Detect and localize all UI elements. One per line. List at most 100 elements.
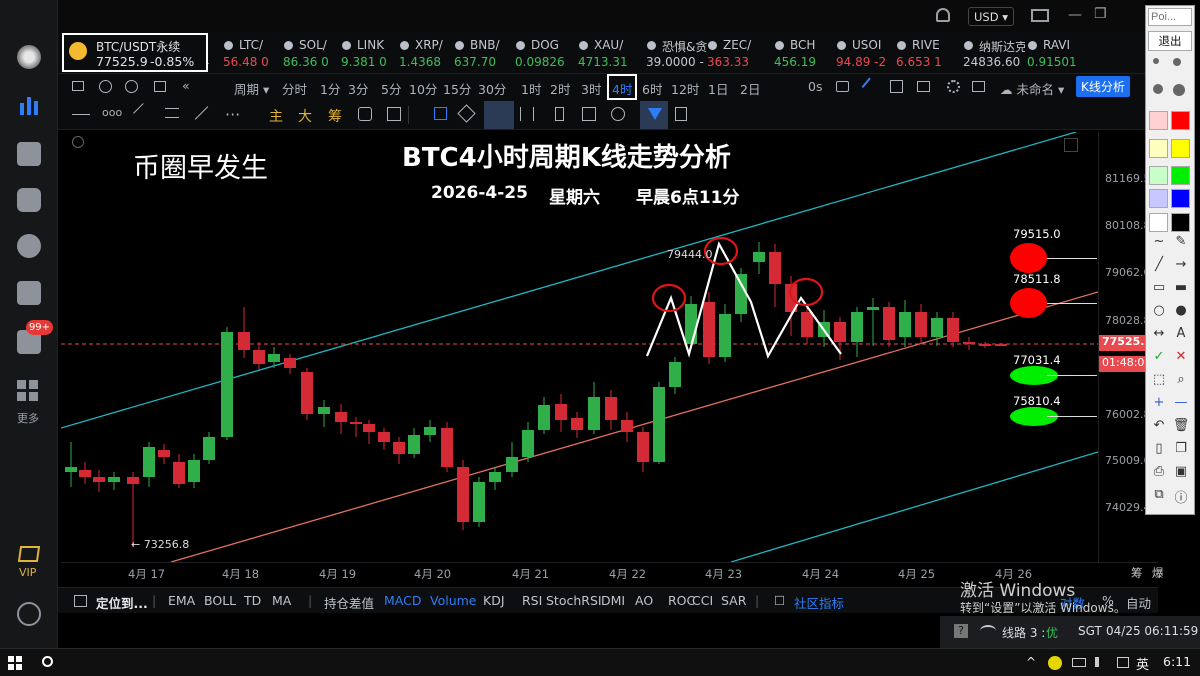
fib-icon[interactable] — [133, 103, 153, 123]
ticker-item[interactable]: 恐惧&贪婪39.0000 - — [644, 35, 708, 71]
currency-select[interactable]: USD ▾ — [968, 7, 1014, 26]
palette-color-swatch[interactable] — [1149, 111, 1168, 130]
timeframe-4[interactable]: 10分 — [409, 79, 437, 98]
windows-start-icon[interactable] — [8, 656, 22, 670]
palette-copy-icon[interactable]: ❐ — [1172, 441, 1190, 459]
palette-dot-large-icon[interactable] — [1153, 84, 1163, 94]
compass-icon[interactable] — [125, 80, 138, 93]
ticker-main-btc[interactable]: BTC/USDT永续 77525.9 -0.85% — [62, 33, 208, 72]
palette-trash-icon[interactable]: 🗑 — [1172, 418, 1190, 436]
palette-color-swatch[interactable] — [1149, 213, 1168, 232]
layout-name-select[interactable]: ☁ 未命名 ▾ — [1000, 79, 1064, 98]
palette-rect-icon[interactable]: ▭ — [1150, 280, 1168, 298]
indicator-sub-2[interactable]: Volume — [430, 593, 477, 608]
timeframe-6[interactable]: 30分 — [478, 79, 506, 98]
calendar-icon[interactable] — [74, 595, 87, 607]
palette-color-swatch[interactable] — [1171, 189, 1190, 208]
locate-button[interactable]: 定位到... — [96, 593, 148, 612]
indicator-main-td[interactable]: TD — [244, 593, 261, 608]
palette-dot-small-icon[interactable] — [1153, 58, 1159, 64]
layout-icon[interactable] — [72, 81, 84, 91]
magnet-tool-active[interactable] — [484, 101, 514, 129]
wallet-icon[interactable] — [17, 281, 41, 305]
ticker-item[interactable]: DOG 0.09826 — [513, 35, 577, 71]
copy-icon[interactable] — [434, 107, 447, 120]
app-logo-icon[interactable] — [17, 45, 41, 69]
palette-plus-icon[interactable]: + — [1150, 395, 1168, 413]
battery-icon[interactable] — [1072, 658, 1086, 667]
diamond-vip-icon[interactable] — [17, 546, 41, 562]
timeframe-5[interactable]: 15分 — [443, 79, 471, 98]
replay-icon[interactable] — [358, 107, 372, 121]
palette-arrow-icon[interactable]: → — [1172, 257, 1190, 275]
indicator-sub-9[interactable]: CCI — [692, 593, 713, 608]
axis-burst-label[interactable]: 爆 — [1152, 565, 1164, 581]
edit-icon[interactable] — [890, 80, 903, 93]
ticker-item[interactable]: LINK 9.381 0 — [339, 35, 403, 71]
auto-scale-toggle[interactable]: 自动 — [1126, 593, 1151, 612]
palette-dot-xlarge-icon[interactable] — [1173, 84, 1185, 96]
clock-label[interactable]: 6:11 — [1163, 654, 1191, 669]
community-indicator-link[interactable]: 社区指标 — [794, 593, 844, 612]
lock-icon[interactable] — [555, 107, 564, 121]
pencil-icon[interactable] — [861, 77, 879, 95]
axis-chip-label[interactable]: 筹 — [1131, 565, 1143, 581]
chart-pie-icon[interactable] — [17, 234, 41, 258]
timeframe-9[interactable]: 3时 — [581, 79, 601, 98]
indicator-sub-6[interactable]: DMI — [601, 593, 625, 608]
palette-color-swatch[interactable] — [1171, 111, 1190, 130]
tray-app-icon[interactable] — [1048, 656, 1062, 670]
indicator-sub-10[interactable]: SAR — [721, 593, 746, 608]
trash-icon[interactable] — [675, 107, 687, 121]
template-icon[interactable] — [972, 81, 985, 92]
chart-bars-icon[interactable] — [17, 93, 41, 117]
calendar-icon[interactable] — [154, 81, 166, 92]
palette-ellipse-icon[interactable]: ○ — [1150, 303, 1168, 321]
palette-brush-icon[interactable]: ~ — [1150, 234, 1168, 252]
parallel-icon[interactable] — [165, 108, 179, 118]
fullscreen-icon[interactable] — [1064, 138, 1078, 152]
ticker-item[interactable]: RAVI 0.91501 — [1025, 35, 1089, 71]
indicator-sub-4[interactable]: RSI — [522, 593, 542, 608]
text-note-icon[interactable] — [582, 107, 596, 121]
settings-icon[interactable] — [17, 602, 41, 626]
camera-icon[interactable] — [836, 81, 849, 92]
indicator-sub-3[interactable]: KDJ — [483, 593, 505, 608]
ticker-item[interactable]: BCH 456.19 — [772, 35, 836, 71]
palette-color-swatch[interactable] — [1149, 166, 1168, 185]
grid-more-icon[interactable] — [17, 380, 39, 402]
palette-minus-icon[interactable]: — — [1172, 395, 1190, 413]
timeframe-12[interactable]: 12时 — [671, 79, 699, 98]
candles-icon[interactable] — [520, 107, 534, 121]
indicator-sub-1[interactable]: MACD — [384, 593, 421, 608]
bot-icon[interactable] — [17, 188, 41, 212]
news-icon[interactable] — [17, 142, 41, 166]
more-tools-icon[interactable]: ··· — [225, 105, 240, 124]
period-select[interactable]: 周期 ▾ — [234, 79, 269, 98]
timeframe-1[interactable]: 1分 — [320, 79, 340, 98]
palette-zoom-icon[interactable]: ⌕ — [1172, 372, 1190, 390]
ticker-item[interactable]: ZEC/363.33 — [705, 35, 769, 71]
timeframe-11[interactable]: 6时 — [642, 79, 662, 98]
ticker-item[interactable]: RIVE 6.653 1 — [894, 35, 958, 71]
timeframe-13[interactable]: 1日 — [708, 79, 728, 98]
indicator-big-button[interactable]: 大 — [298, 106, 312, 126]
screen-icon[interactable] — [917, 81, 930, 92]
palette-color-swatch[interactable] — [1171, 139, 1190, 158]
chart-settings-icon[interactable] — [72, 136, 84, 148]
palette-new-page-icon[interactable]: ▯ — [1150, 441, 1168, 459]
alert-icon[interactable] — [387, 107, 401, 121]
tray-chevron-icon[interactable]: ^ — [1026, 655, 1036, 669]
timeframe-14[interactable]: 2日 — [740, 79, 760, 98]
hline-icon[interactable] — [72, 114, 90, 115]
dots-line-icon[interactable]: ooo — [102, 106, 122, 119]
palette-pen-icon[interactable]: ✎ — [1172, 234, 1190, 252]
timeframe-7[interactable]: 1时 — [521, 79, 541, 98]
palette-print-icon[interactable]: ⎙ — [1150, 464, 1168, 482]
palette-undo-icon[interactable]: ↶ — [1150, 418, 1168, 436]
gear-icon[interactable] — [947, 80, 960, 93]
palette-exit-button[interactable]: 退出 — [1148, 31, 1192, 51]
clock-icon[interactable] — [99, 80, 112, 93]
line-label[interactable]: 线路 3 : — [1002, 624, 1045, 641]
timeframe-2[interactable]: 3分 — [348, 79, 368, 98]
